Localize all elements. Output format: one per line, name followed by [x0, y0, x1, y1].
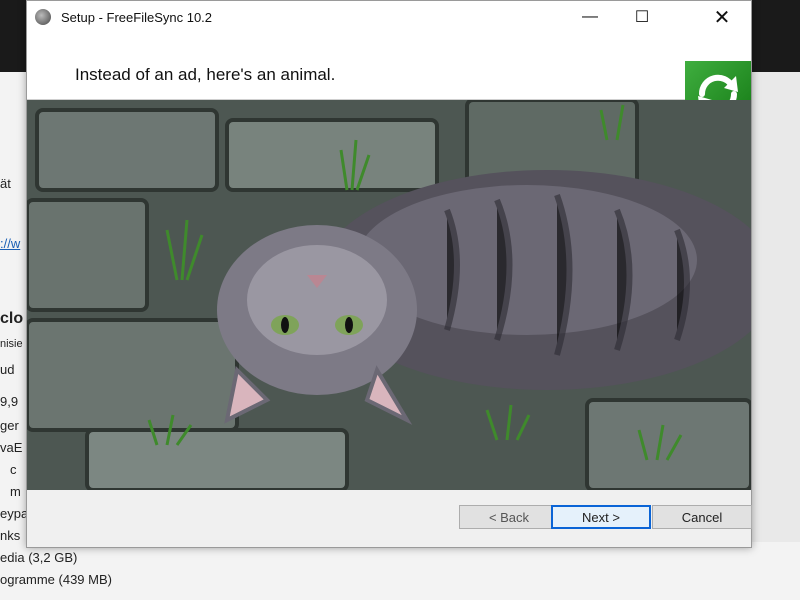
title-bar[interactable]: Setup - FreeFileSync 10.2 — ☐ ✕ — [27, 1, 751, 33]
bg-text-fragment: ät — [0, 176, 11, 191]
wizard-footer: < Back Next > Cancel — [27, 491, 752, 547]
bg-text-fragment: 9,9 — [0, 394, 19, 409]
bg-text-fragment: nisie — [0, 338, 23, 350]
bg-text-fragment: eypa — [0, 506, 29, 521]
minimize-button[interactable]: — — [567, 1, 613, 33]
bg-heading-fragment: clo — [0, 310, 24, 327]
background-window-edge — [750, 72, 800, 542]
wizard-header: Instead of an ad, here's an animal. — [27, 33, 751, 127]
bg-text-fragment: ger — [0, 418, 19, 433]
cancel-button[interactable]: Cancel — [652, 505, 752, 529]
app-icon — [35, 9, 51, 25]
bg-text-fragment: ud — [0, 362, 15, 377]
header-message: Instead of an ad, here's an animal. — [75, 65, 336, 84]
animal-photo — [27, 100, 751, 490]
bg-text-fragment: nks — [0, 528, 21, 543]
minimize-icon: — — [582, 8, 598, 25]
back-button[interactable]: < Back — [459, 505, 559, 529]
window-title: Setup - FreeFileSync 10.2 — [61, 9, 213, 25]
bg-text-fragment: m — [10, 484, 21, 499]
close-button[interactable]: ✕ — [699, 1, 745, 33]
bg-text-fragment: c — [10, 462, 17, 477]
close-icon: ✕ — [713, 6, 731, 29]
bg-list-item[interactable]: edia (3,2 GB) — [0, 550, 77, 565]
maximize-icon: ☐ — [634, 9, 650, 26]
maximize-button[interactable]: ☐ — [619, 1, 665, 33]
bg-link-fragment[interactable]: ://w — [0, 236, 20, 251]
next-button[interactable]: Next > — [551, 505, 651, 529]
setup-dialog: Setup - FreeFileSync 10.2 — ☐ ✕ Instead … — [26, 0, 752, 548]
bg-list-item[interactable]: ogramme (439 MB) — [0, 572, 112, 587]
bg-text-fragment: vaE — [0, 440, 23, 455]
